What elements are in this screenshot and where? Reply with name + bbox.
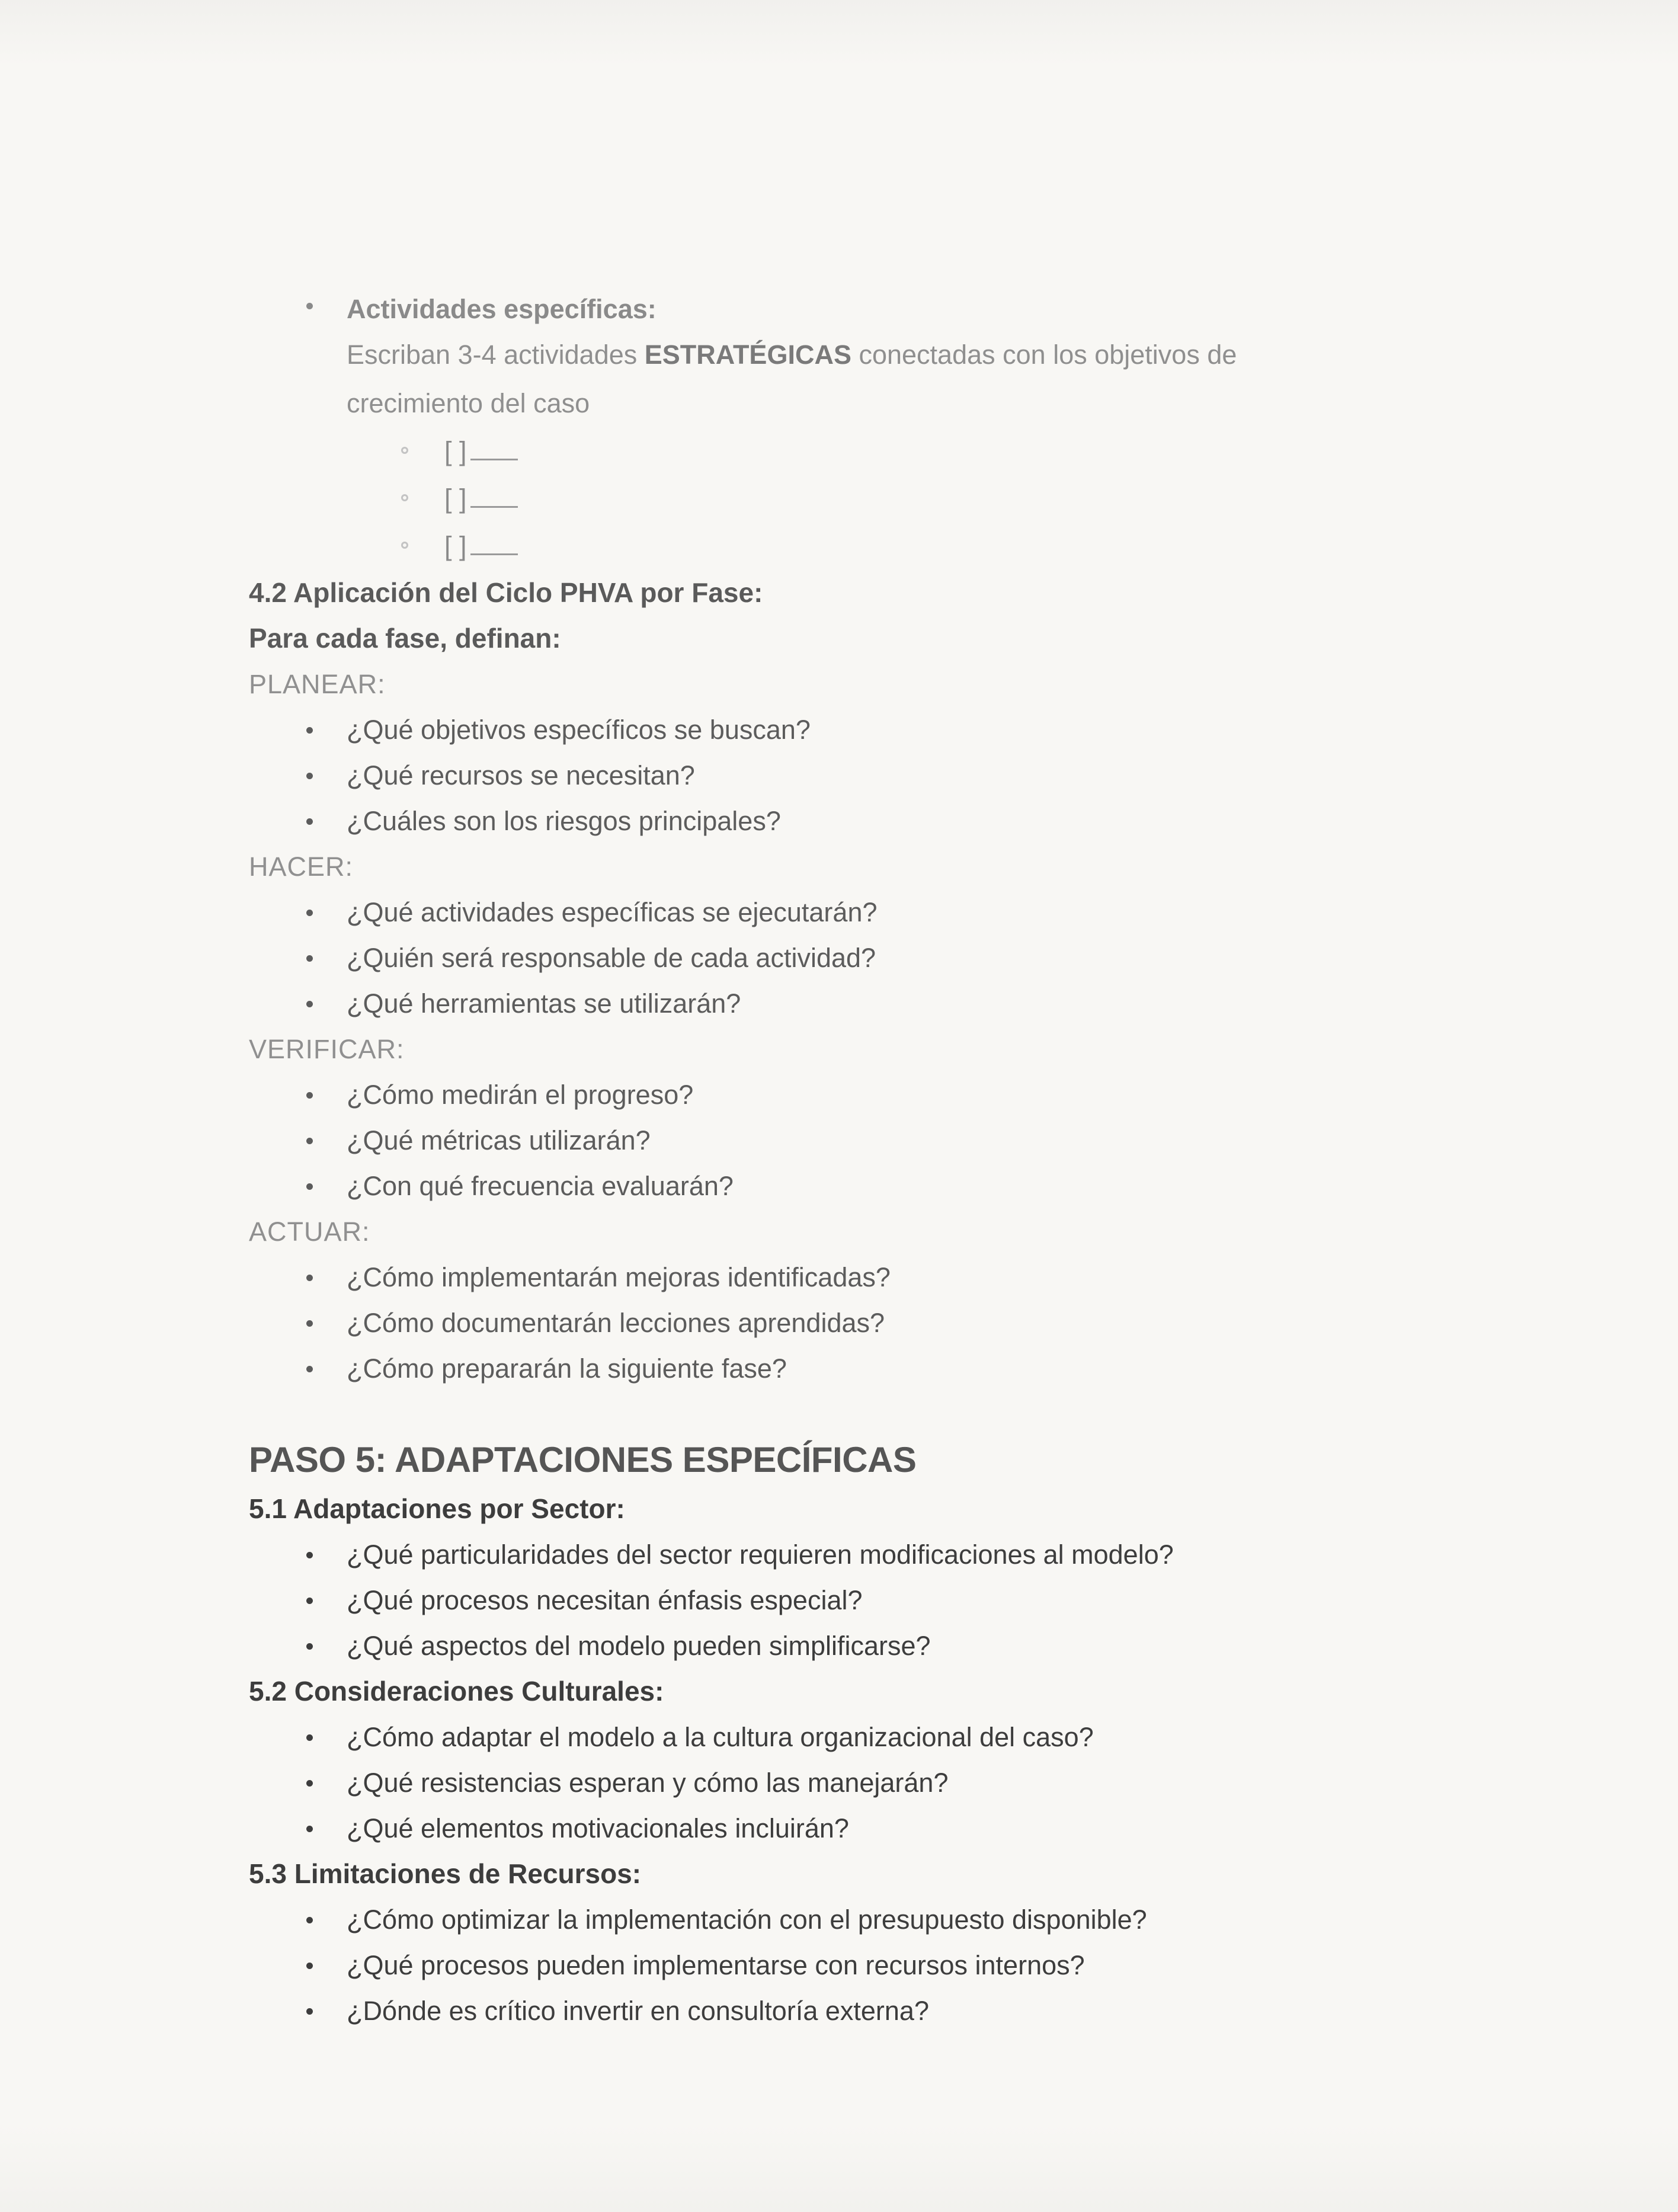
checklist-item[interactable]: [ ] — [401, 523, 1434, 570]
list-item: ¿Qué procesos pueden implementarse con r… — [306, 1942, 1434, 1988]
checkbox-icon: [ ] — [444, 484, 467, 514]
phase-questions-verificar: ¿Cómo medirán el progreso? ¿Qué métricas… — [249, 1072, 1434, 1209]
blank-line[interactable] — [470, 459, 518, 460]
list-item: ¿Qué recursos se necesitan? — [306, 753, 1434, 798]
list-item: ¿Qué procesos necesitan énfasis especial… — [306, 1577, 1434, 1623]
list-item: ¿Cómo prepararán la siguiente fase? — [306, 1346, 1434, 1391]
bullet-icon — [306, 303, 313, 309]
list-item: ¿Cómo optimizar la implementación con el… — [306, 1897, 1434, 1942]
activities-checklist: [ ] [ ] [ ] — [249, 428, 1434, 570]
phase-label-verificar: VERIFICAR: — [249, 1034, 405, 1064]
activities-desc-bold: ESTRATÉGICAS — [644, 340, 851, 370]
list-item: ¿Qué particularidades del sector requier… — [306, 1532, 1434, 1577]
checklist-item[interactable]: [ ] — [401, 428, 1434, 475]
activities-desc-pre: Escriban 3-4 actividades — [347, 340, 645, 370]
list-item: ¿Cómo medirán el progreso? — [306, 1072, 1434, 1118]
list-item: ¿Qué aspectos del modelo pueden simplifi… — [306, 1623, 1434, 1669]
list-item: ¿Quién será responsable de cada activida… — [306, 935, 1434, 981]
section-4-2-title: 4.2 Aplicación del Ciclo PHVA por Fase: — [249, 577, 763, 608]
activities-description-line2: crecimiento del caso — [347, 388, 590, 418]
document-content: Actividades específicas: Escriban 3-4 ac… — [249, 288, 1434, 2034]
section-5-1-questions: ¿Qué particularidades del sector requier… — [249, 1532, 1434, 1669]
list-item: ¿Qué elementos motivacionales incluirán? — [306, 1806, 1434, 1851]
list-item: ¿Qué herramientas se utilizarán? — [306, 981, 1434, 1026]
phase-questions-hacer: ¿Qué actividades específicas se ejecutar… — [249, 889, 1434, 1026]
section-5-3-title: 5.3 Limitaciones de Recursos: — [249, 1858, 642, 1889]
list-item: ¿Cómo adaptar el modelo a la cultura org… — [306, 1714, 1434, 1760]
list-item: ¿Cuáles son los riesgos principales? — [306, 798, 1434, 844]
list-item: ¿Qué métricas utilizarán? — [306, 1118, 1434, 1163]
phase-label-actuar: ACTUAR: — [249, 1217, 370, 1247]
list-item: ¿Cómo implementarán mejoras identificada… — [306, 1254, 1434, 1300]
activities-title: Actividades específicas: — [347, 294, 657, 324]
list-item: ¿Qué resistencias esperan y cómo las man… — [306, 1760, 1434, 1806]
list-item: ¿Cómo documentarán lecciones aprendidas? — [306, 1300, 1434, 1346]
blank-line[interactable] — [470, 506, 518, 508]
section-5-3-questions: ¿Cómo optimizar la implementación con el… — [249, 1897, 1434, 2034]
activities-desc-post: conectadas con los objetivos de — [851, 340, 1237, 370]
phase-label-hacer: HACER: — [249, 851, 354, 882]
activities-description: Escriban 3-4 actividades ESTRATÉGICAS co… — [347, 331, 1434, 379]
section-4-2-intro: Para cada fase, definan: — [249, 623, 561, 654]
section-5-2-questions: ¿Cómo adaptar el modelo a la cultura org… — [249, 1714, 1434, 1851]
phase-questions-planear: ¿Qué objetivos específicos se buscan? ¿Q… — [249, 707, 1434, 844]
activities-item: Actividades específicas: Escriban 3-4 ac… — [249, 288, 1434, 428]
list-item: ¿Qué actividades específicas se ejecutar… — [306, 889, 1434, 935]
phase-label-planear: PLANEAR: — [249, 669, 386, 699]
list-item: ¿Dónde es crítico invertir en consultorí… — [306, 1988, 1434, 2034]
list-item: ¿Qué objetivos específicos se buscan? — [306, 707, 1434, 753]
paso-5-title: PASO 5: ADAPTACIONES ESPECÍFICAS — [249, 1440, 917, 1480]
checklist-item[interactable]: [ ] — [401, 475, 1434, 523]
phase-questions-actuar: ¿Cómo implementarán mejoras identificada… — [249, 1254, 1434, 1391]
section-5-2-title: 5.2 Consideraciones Culturales: — [249, 1676, 664, 1707]
checkbox-icon: [ ] — [444, 531, 467, 561]
document-page: Actividades específicas: Escriban 3-4 ac… — [0, 0, 1678, 2212]
list-item: ¿Con qué frecuencia evaluarán? — [306, 1163, 1434, 1209]
section-5-1-title: 5.1 Adaptaciones por Sector: — [249, 1493, 625, 1524]
paso-5-body: 5.1 Adaptaciones por Sector: ¿Qué partic… — [249, 1486, 1434, 2034]
blank-line[interactable] — [470, 553, 518, 555]
checkbox-icon: [ ] — [444, 436, 467, 466]
